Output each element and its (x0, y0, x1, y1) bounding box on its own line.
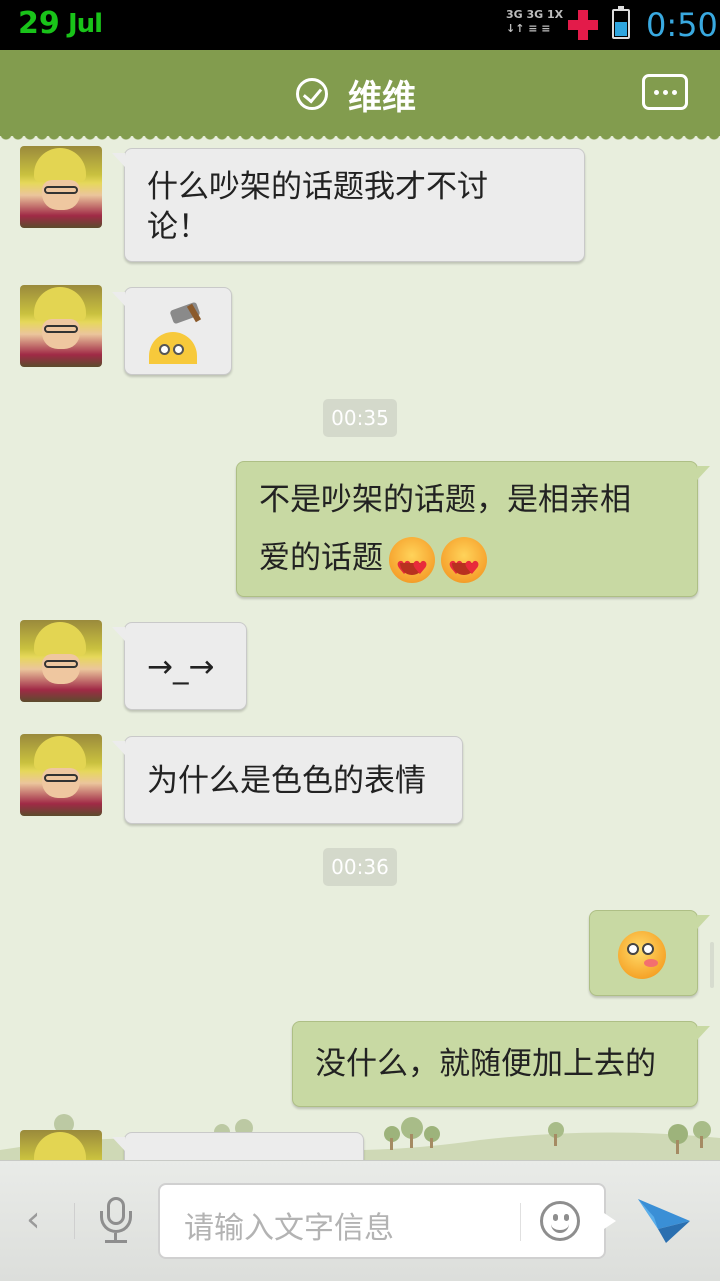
network-signal-icon: 3G 3G 1X ↓↑ ≡ ≡ (506, 8, 564, 35)
back-chevron-icon[interactable]: ‹ (26, 1199, 40, 1240)
more-options-button[interactable] (642, 74, 688, 110)
smiley-icon[interactable] (540, 1201, 580, 1241)
message-text: 爱的话题 (259, 540, 383, 576)
sticker-bubble-incoming[interactable] (112, 287, 232, 375)
chat-header: 维维 (0, 50, 720, 142)
status-date-month: Jul (68, 9, 103, 39)
contact-avatar[interactable] (20, 1130, 102, 1160)
contact-avatar[interactable] (20, 285, 102, 367)
message-bubble-incoming[interactable]: 什么吵架的话题我才不讨 论！ (112, 148, 585, 262)
message-input-placeholder: 请输入文字信息 (184, 1211, 394, 1246)
microphone-icon[interactable] (98, 1197, 134, 1245)
message-bubble-incoming[interactable] (112, 1132, 364, 1160)
battery-icon (612, 6, 630, 39)
heart-eyes-emoji (389, 536, 435, 597)
network-type-label: 3G 3G 1X (506, 8, 564, 21)
message-text: 不是吵架的话题，是相亲相 (259, 482, 631, 518)
status-bar: 29 Jul 3G 3G 1X ↓↑ ≡ ≡ 0:50 (0, 0, 720, 50)
contact-avatar[interactable] (20, 734, 102, 816)
timestamp-divider: 00:35 (323, 399, 397, 437)
chat-message-list[interactable]: 什么吵架的话题我才不讨 论！ 00:35 不是吵架的话题，是相亲相 爱的话题 →… (0, 136, 720, 1160)
status-time: 0:50 (646, 6, 718, 44)
message-text: 论！ (147, 209, 209, 245)
message-input-bar: ‹ 请输入文字信息 (0, 1160, 720, 1281)
message-text: 没什么，就随便加上去的 (315, 1046, 656, 1082)
message-text: →_→ (147, 649, 215, 685)
medical-plus-icon (568, 10, 598, 40)
message-bubble-incoming[interactable]: →_→ (112, 622, 247, 710)
contact-avatar[interactable] (20, 620, 102, 702)
blushing-emoji (618, 931, 666, 979)
message-text: 为什么是色色的表情 (147, 763, 426, 799)
sticker-bubble-outgoing[interactable] (589, 910, 710, 996)
message-input[interactable]: 请输入文字信息 (158, 1183, 616, 1259)
message-text: 什么吵架的话题我才不讨 (147, 169, 488, 205)
heart-eyes-emoji (441, 536, 487, 597)
message-bubble-outgoing[interactable]: 不是吵架的话题，是相亲相 爱的话题 (236, 461, 710, 597)
contact-avatar[interactable] (20, 146, 102, 228)
message-bubble-outgoing[interactable]: 没什么，就随便加上去的 (292, 1021, 710, 1107)
timestamp-divider: 00:36 (323, 848, 397, 886)
send-icon[interactable] (636, 1195, 692, 1245)
scrollbar[interactable] (710, 942, 714, 988)
contact-name: 维维 (348, 78, 416, 118)
check-circle-icon (296, 78, 328, 110)
divider (74, 1203, 75, 1239)
divider (520, 1203, 521, 1241)
message-bubble-incoming[interactable]: 为什么是色色的表情 (112, 736, 463, 824)
status-date-day: 29 (18, 6, 60, 41)
